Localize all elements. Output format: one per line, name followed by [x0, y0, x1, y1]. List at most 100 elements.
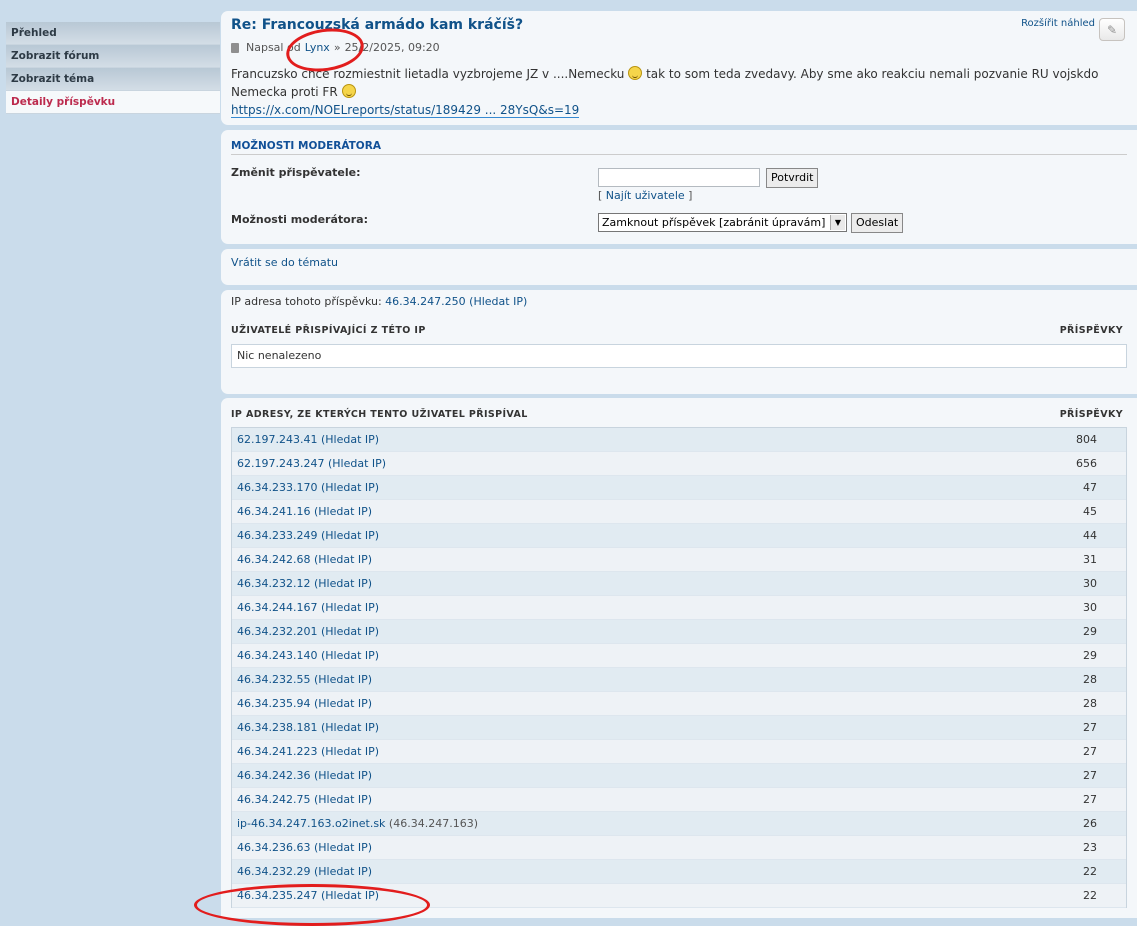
author-link[interactable]: Lynx — [305, 41, 330, 54]
ip-column-header: IP ADRESY, ZE KTERÝCH TENTO UŽIVATEL PŘI… — [231, 409, 528, 420]
send-button[interactable]: Odeslat — [851, 213, 904, 233]
post-count: 27 — [1083, 769, 1097, 782]
post-ip-line: IP adresa tohoto příspěvku: 46.34.247.25… — [231, 295, 527, 308]
ip-link[interactable]: 46.34.241.223 (Hledat IP) — [237, 745, 379, 758]
post-count: 656 — [1076, 457, 1097, 470]
post-count: 27 — [1083, 745, 1097, 758]
table-row: 62.197.243.247 (Hledat IP) 656 — [232, 452, 1126, 476]
table-row: 46.34.232.201 (Hledat IP) 29 — [232, 620, 1126, 644]
post-count: 22 — [1083, 865, 1097, 878]
post-ip-link[interactable]: 46.34.247.250 — [385, 295, 465, 308]
sidebar-item-post-details[interactable]: Detaily příspěvku — [6, 91, 220, 114]
post-count: 47 — [1083, 481, 1097, 494]
table-row: 46.34.242.68 (Hledat IP) 31 — [232, 548, 1126, 572]
ip-link[interactable]: 46.34.243.140 (Hledat IP) — [237, 649, 379, 662]
post-count: 23 — [1083, 841, 1097, 854]
ip-link[interactable]: 46.34.242.68 (Hledat IP) — [237, 553, 372, 566]
confirm-button[interactable]: Potvrdit — [766, 168, 819, 188]
find-user-link[interactable]: Najít uživatele — [606, 189, 685, 202]
back-to-topic-link[interactable]: Vrátit se do tématu — [231, 256, 338, 269]
post-ip-search-link[interactable]: (Hledat IP) — [469, 295, 527, 308]
select-value: Zamknout příspěvek [zabránit úpravám] — [602, 216, 826, 229]
meta-separator: » — [333, 41, 341, 54]
post-count: 31 — [1083, 553, 1097, 566]
moderator-options-label: Možnosti moderátora: — [231, 213, 368, 226]
expand-preview-link[interactable]: Rozšířit náhled — [1021, 18, 1095, 29]
table-row: 46.34.243.140 (Hledat IP) 29 — [232, 644, 1126, 668]
empty-result: Nic nenalezeno — [231, 344, 1127, 368]
post-count: 22 — [1083, 889, 1097, 902]
post-count: 30 — [1083, 577, 1097, 590]
ip-link[interactable]: 46.34.232.29 (Hledat IP) — [237, 865, 372, 878]
post-count: 29 — [1083, 625, 1097, 638]
meta-prefix: Napsal od — [246, 41, 301, 54]
ip-link[interactable]: 46.34.232.201 (Hledat IP) — [237, 625, 379, 638]
ip-link[interactable]: 62.197.243.247 (Hledat IP) — [237, 457, 386, 470]
bracket-open: [ — [598, 189, 603, 202]
ip-link[interactable]: 46.34.232.12 (Hledat IP) — [237, 577, 372, 590]
table-row: 46.34.235.247 (Hledat IP) 22 — [232, 884, 1126, 908]
smiley-icon — [628, 66, 643, 80]
post-count: 44 — [1083, 529, 1097, 542]
post-ip-prefix: IP adresa tohoto příspěvku: — [231, 295, 382, 308]
ip-link[interactable]: 46.34.233.170 (Hledat IP) — [237, 481, 379, 494]
back-panel: Vrátit se do tématu — [221, 249, 1137, 285]
table-row: 62.197.243.41 (Hledat IP) 804 — [232, 428, 1126, 452]
table-row: ip-46.34.247.163.o2inet.sk (46.34.247.16… — [232, 812, 1126, 836]
table-row: 46.34.241.223 (Hledat IP) 27 — [232, 740, 1126, 764]
ip-link[interactable]: 46.34.242.75 (Hledat IP) — [237, 793, 372, 806]
sidebar-item-view-forum[interactable]: Zobrazit fórum — [6, 45, 220, 68]
ip-link[interactable]: 46.34.238.181 (Hledat IP) — [237, 721, 379, 734]
table-row: 46.34.244.167 (Hledat IP) 30 — [232, 596, 1126, 620]
pencil-icon: ✎ — [1106, 22, 1118, 37]
post-count: 30 — [1083, 601, 1097, 614]
ip-list-header: IP ADRESY, ZE KTERÝCH TENTO UŽIVATEL PŘI… — [231, 409, 1127, 420]
username-input[interactable] — [598, 168, 760, 187]
post-count: 26 — [1083, 817, 1097, 830]
ip-link[interactable]: 46.34.241.16 (Hledat IP) — [237, 505, 372, 518]
post-panel: Re: Francouzská armádo kam kráčíš? Napsa… — [221, 11, 1137, 125]
users-column-header: UŽIVATELÉ PŘISPÍVAJÍCÍ Z TÉTO IP — [231, 325, 426, 336]
ip-link[interactable]: 46.34.233.249 (Hledat IP) — [237, 529, 379, 542]
ip-info-panel: IP adresa tohoto příspěvku: 46.34.247.25… — [221, 290, 1137, 394]
ip-posts-column-header: PŘÍSPĚVKY — [1059, 409, 1123, 420]
post-date: 25/2/2025, 09:20 — [344, 41, 440, 54]
table-row: 46.34.232.12 (Hledat IP) 30 — [232, 572, 1126, 596]
sidebar-item-view-topic[interactable]: Zobrazit téma — [6, 68, 220, 91]
post-count: 804 — [1076, 433, 1097, 446]
post-count: 27 — [1083, 721, 1097, 734]
table-row: 46.34.235.94 (Hledat IP) 28 — [232, 692, 1126, 716]
ip-link[interactable]: 46.34.242.36 (Hledat IP) — [237, 769, 372, 782]
ip-link[interactable]: 46.34.235.94 (Hledat IP) — [237, 697, 372, 710]
sidebar-item-overview[interactable]: Přehled — [6, 22, 220, 45]
ip-link[interactable]: 46.34.236.63 (Hledat IP) — [237, 841, 372, 854]
post-count: 28 — [1083, 697, 1097, 710]
sidebar: Přehled Zobrazit fórum Zobrazit téma Det… — [6, 22, 220, 114]
post-count: 29 — [1083, 649, 1097, 662]
ip-link[interactable]: 46.34.235.247 (Hledat IP) — [237, 889, 379, 902]
post-external-link[interactable]: https://x.com/NOELreports/status/189429 … — [231, 103, 580, 118]
ip-link[interactable]: 62.197.243.41 (Hledat IP) — [237, 433, 379, 446]
moderator-options-select[interactable]: Zamknout příspěvek [zabránit úpravám] ▼ — [598, 213, 847, 232]
post-count: 27 — [1083, 793, 1097, 806]
table-row: 46.34.238.181 (Hledat IP) 27 — [232, 716, 1126, 740]
ip-table: 62.197.243.41 (Hledat IP) 804 62.197.243.2… — [231, 427, 1127, 908]
post-count: 28 — [1083, 673, 1097, 686]
chevron-down-icon: ▼ — [830, 215, 845, 230]
document-icon — [231, 42, 239, 53]
ip-list-panel: IP ADRESY, ZE KTERÝCH TENTO UŽIVATEL PŘI… — [221, 398, 1137, 918]
table-row: 46.34.233.249 (Hledat IP) 44 — [232, 524, 1126, 548]
table-row: 46.34.232.55 (Hledat IP) 28 — [232, 668, 1126, 692]
table-row: 46.34.242.36 (Hledat IP) 27 — [232, 764, 1126, 788]
ip-link[interactable]: 46.34.232.55 (Hledat IP) — [237, 673, 372, 686]
post-text-1: Francuzsko chce rozmiestnit lietadla vyz… — [231, 67, 625, 81]
ip-link[interactable]: 46.34.244.167 (Hledat IP) — [237, 601, 379, 614]
edit-button[interactable]: ✎ — [1099, 18, 1125, 41]
moderator-panel: MOŽNOSTI MODERÁTORA Změnit přispěvatele:… — [221, 130, 1137, 244]
table-row: 46.34.232.29 (Hledat IP) 22 — [232, 860, 1126, 884]
post-title[interactable]: Re: Francouzská armádo kam kráčíš? — [231, 17, 523, 33]
bracket-close: ] — [688, 189, 693, 202]
ip-link[interactable]: ip-46.34.247.163.o2inet.sk — [237, 817, 385, 830]
post-body: Francuzsko chce rozmiestnit lietadla vyz… — [231, 65, 1101, 119]
table-row: 46.34.236.63 (Hledat IP) 23 — [232, 836, 1126, 860]
